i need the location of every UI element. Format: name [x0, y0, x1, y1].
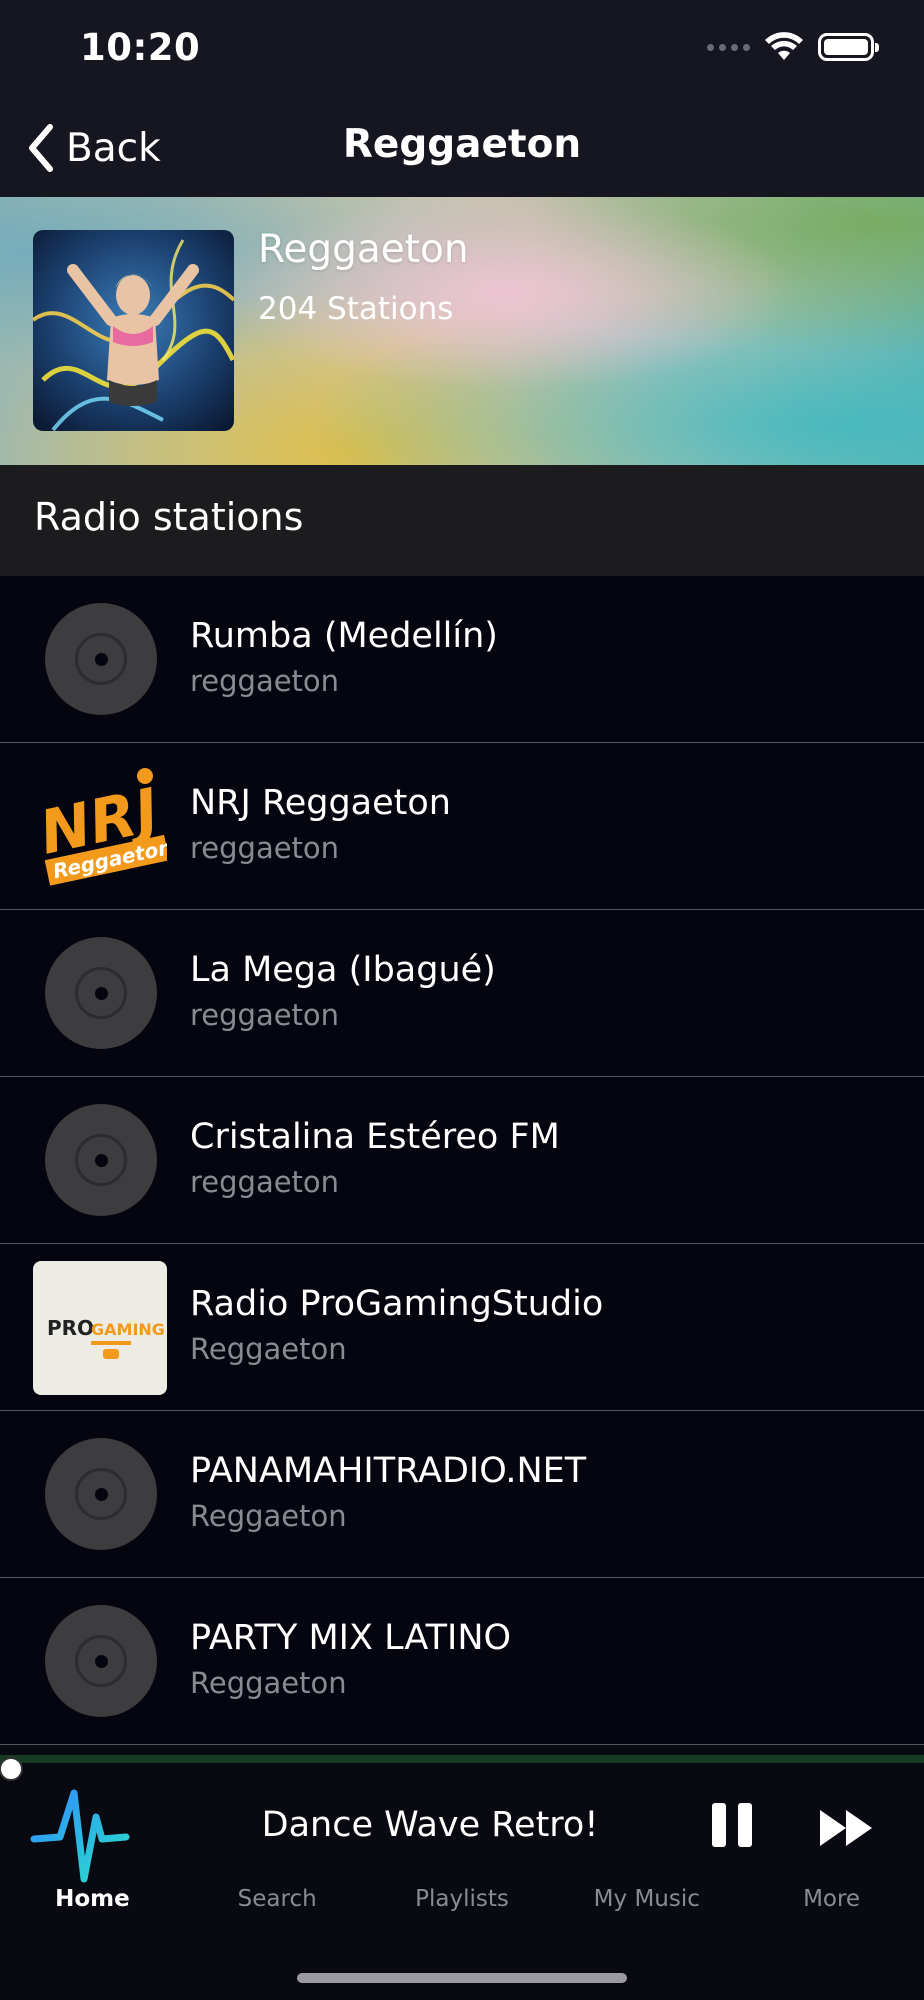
status-icons: [707, 32, 879, 62]
pause-bar: [712, 1803, 726, 1847]
station-placeholder-disc-icon: [45, 603, 157, 715]
tab-my-music[interactable]: My Music: [554, 1880, 739, 1940]
section-header: Radio stations: [0, 465, 924, 576]
progaming-studio-logo: PRO GAMING: [33, 1261, 167, 1395]
station-list: Rumba (Medellín) reggaeton NRJ Reggaeton…: [0, 576, 924, 1745]
station-name: Rumba (Medellín): [190, 616, 498, 656]
page-title: Reggaeton: [342, 122, 582, 167]
now-playing-title[interactable]: Dance Wave Retro!: [220, 1805, 640, 1845]
wifi-icon: [765, 32, 803, 60]
svg-text:GAMING: GAMING: [91, 1320, 165, 1339]
station-placeholder-disc-icon: [45, 1605, 157, 1717]
station-placeholder-disc-icon: [45, 1104, 157, 1216]
svg-text:PRO: PRO: [47, 1316, 94, 1340]
progress-knob[interactable]: [0, 1757, 23, 1781]
station-genre: Reggaeton: [190, 1666, 347, 1700]
station-count: 204 Stations: [258, 291, 454, 327]
battery-icon: [818, 33, 879, 61]
station-genre: Reggaeton: [190, 1332, 347, 1366]
station-row[interactable]: NRJ Reggaeton NRJ Reggaeton reggaeton: [0, 743, 924, 910]
station-name: PANAMAHITRADIO.NET: [190, 1451, 587, 1491]
tab-home[interactable]: Home: [0, 1880, 185, 1940]
nrj-reggaeton-logo: NRJ Reggaeton: [33, 760, 167, 894]
station-placeholder-disc-icon: [45, 937, 157, 1049]
mini-player: Dance Wave Retro!: [0, 1745, 924, 2000]
pause-button[interactable]: [712, 1803, 754, 1853]
genre-name: Reggaeton: [258, 227, 469, 272]
station-row[interactable]: Cristalina Estéreo FM reggaeton: [0, 1077, 924, 1244]
tab-playlists[interactable]: Playlists: [370, 1880, 555, 1940]
section-title: Radio stations: [34, 495, 304, 539]
station-name: PARTY MIX LATINO: [190, 1618, 512, 1658]
tab-bar: Home Search Playlists My Music More: [0, 1880, 924, 1940]
station-placeholder-disc-icon: [45, 1438, 157, 1550]
genre-artwork: [33, 230, 234, 431]
station-name: La Mega (Ibagué): [190, 950, 496, 990]
station-row[interactable]: La Mega (Ibagué) reggaeton: [0, 910, 924, 1077]
station-genre: reggaeton: [190, 664, 340, 698]
fast-forward-icon[interactable]: [818, 1807, 874, 1849]
station-genre: Reggaeton: [190, 1499, 347, 1533]
pause-bar: [738, 1803, 752, 1847]
station-row[interactable]: PARTY MIX LATINO Reggaeton: [0, 1578, 924, 1745]
status-bar: 10:20: [0, 0, 924, 100]
status-time: 10:20: [80, 26, 201, 69]
station-genre: reggaeton: [190, 998, 340, 1032]
playback-progress-bar[interactable]: [0, 1755, 924, 1781]
station-row[interactable]: PANAMAHITRADIO.NET Reggaeton: [0, 1411, 924, 1578]
tab-search[interactable]: Search: [185, 1880, 370, 1940]
app-logo-waveform-icon: [30, 1789, 130, 1883]
station-name: NRJ Reggaeton: [190, 783, 451, 823]
station-genre: reggaeton: [190, 1165, 340, 1199]
tab-more[interactable]: More: [739, 1880, 924, 1940]
station-name: Cristalina Estéreo FM: [190, 1117, 560, 1157]
navigation-bar: Back Reggaeton: [0, 100, 924, 197]
station-genre: reggaeton: [190, 831, 340, 865]
station-row[interactable]: Rumba (Medellín) reggaeton: [0, 576, 924, 743]
station-row[interactable]: PRO GAMING Radio ProGamingStudio Reggaet…: [0, 1244, 924, 1411]
cellular-signal-icon: [707, 43, 750, 51]
station-name: Radio ProGamingStudio: [190, 1284, 604, 1324]
home-indicator: [297, 1973, 627, 1983]
genre-header: Reggaeton 204 Stations: [0, 197, 924, 465]
